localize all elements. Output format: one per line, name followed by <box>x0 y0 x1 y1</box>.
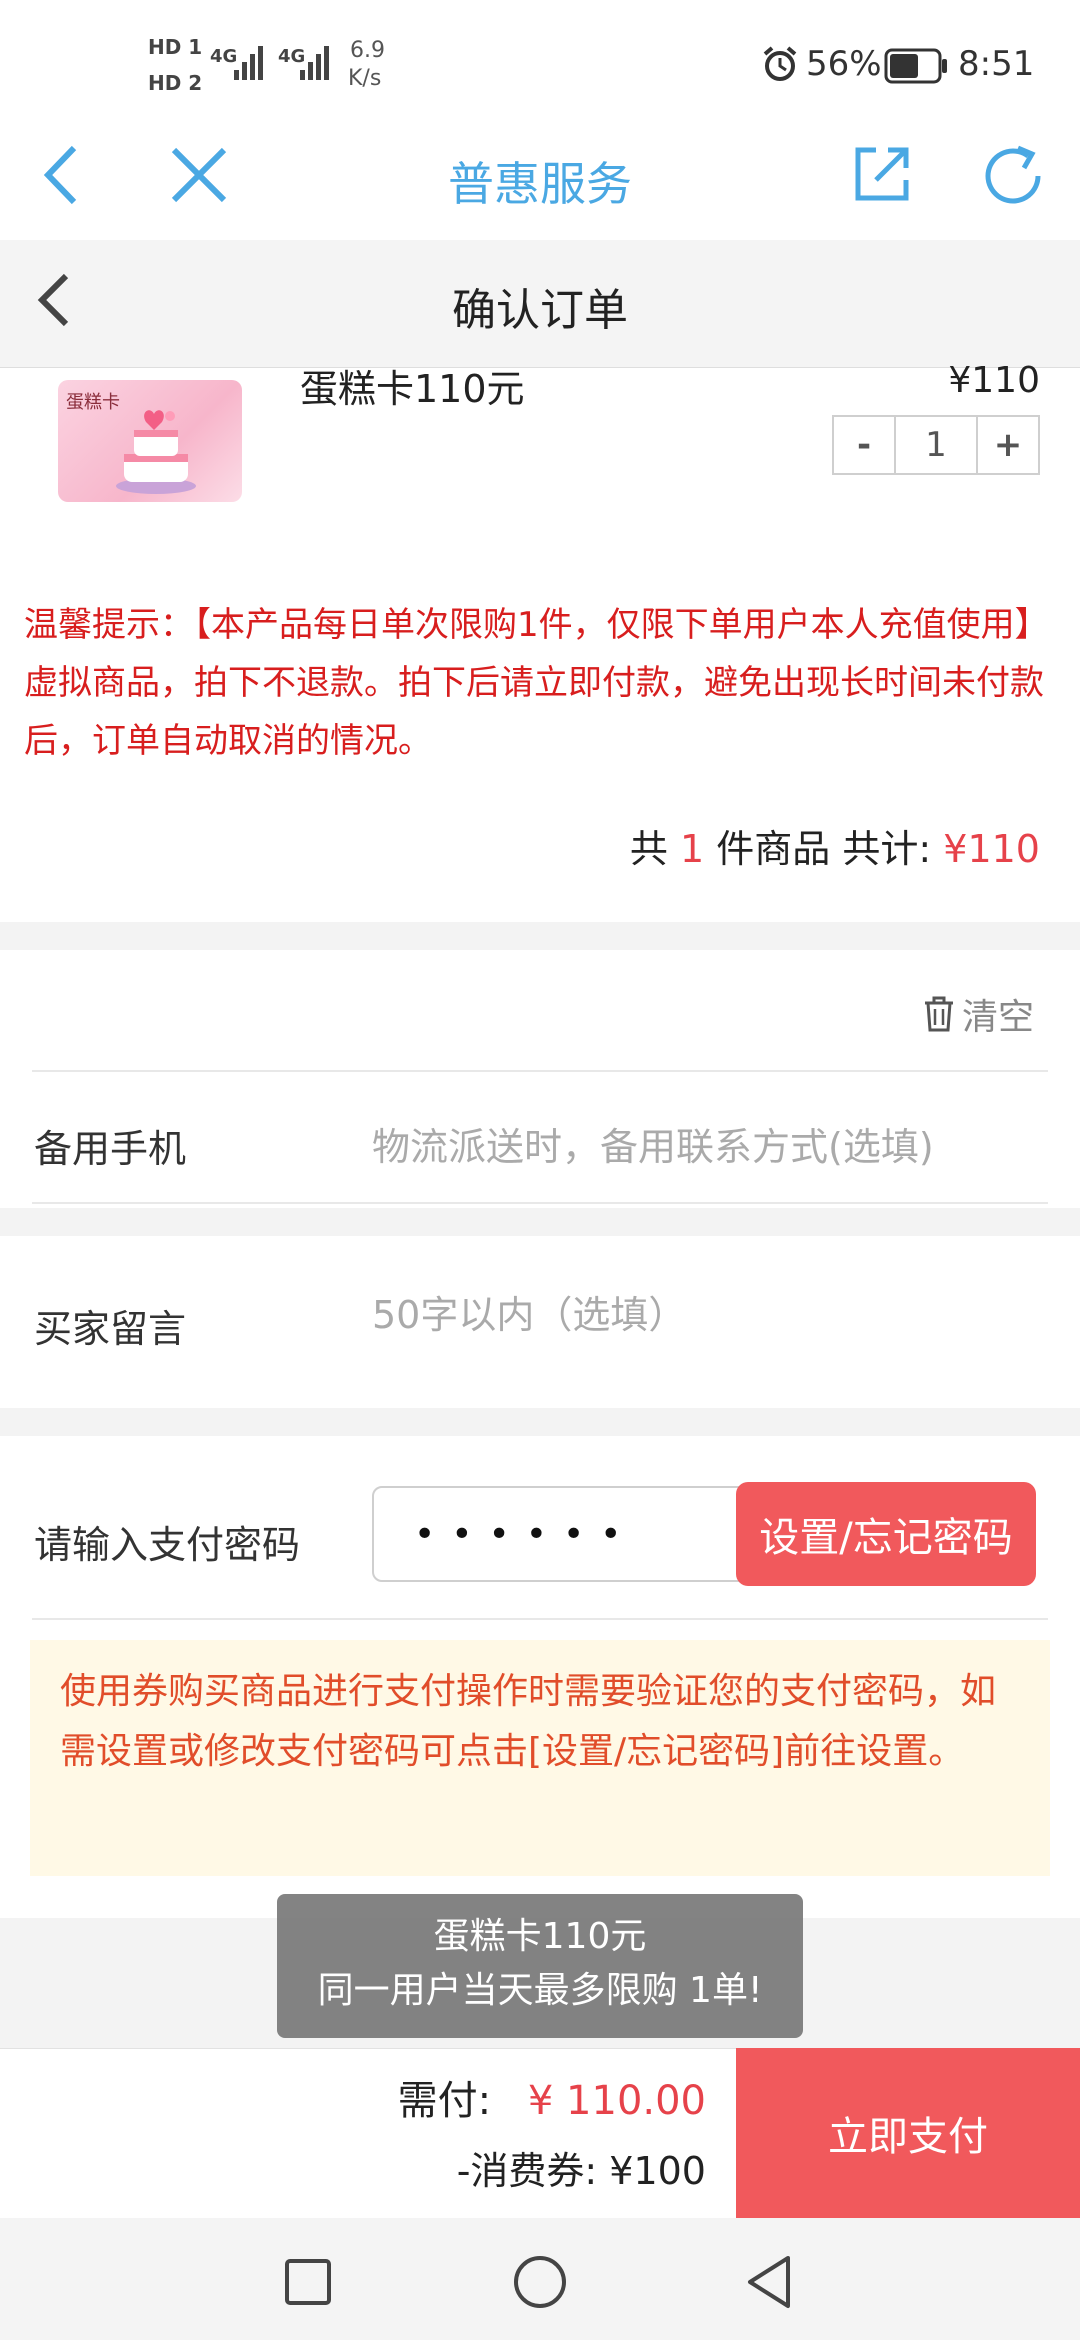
divider <box>32 1202 1048 1204</box>
quantity-plus-button[interactable]: + <box>978 417 1038 473</box>
quantity-value[interactable]: 1 <box>894 417 978 473</box>
toast-line-2: 同一用户当天最多限购 1单! <box>317 1970 763 2011</box>
cake-icon <box>116 410 196 494</box>
password-hint: 使用券购买商品进行支付操作时需要验证您的支付密码，如需设置或修改支付密码可点击[… <box>30 1640 1050 1876</box>
due-value: ¥ 110.00 <box>527 2078 706 2124</box>
refresh-icon[interactable] <box>980 142 1046 208</box>
battery-percent: 56% <box>806 44 882 84</box>
pay-now-button[interactable]: 立即支付 <box>736 2048 1080 2218</box>
divider <box>32 1070 1048 1072</box>
summary-prefix: 共 <box>629 827 668 871</box>
pay-password-label: 请输入支付密码 <box>34 1523 301 1567</box>
limit-toast: 蛋糕卡110元 同一用户当天最多限购 1单! <box>277 1894 803 2038</box>
hd2-badge: HD 2 <box>148 71 203 95</box>
summary-total: ¥110 <box>943 827 1040 871</box>
page-title: 确认订单 <box>452 285 628 336</box>
section-separator <box>0 1208 1080 1236</box>
triangle-back-icon[interactable] <box>744 2254 794 2310</box>
trash-icon <box>924 996 953 1032</box>
signal-bars-2-icon <box>300 46 329 80</box>
browser-title: 普惠服务 <box>448 157 632 211</box>
net-speed-unit: K/s <box>348 66 382 91</box>
circle-icon[interactable] <box>512 2254 568 2310</box>
order-summary: 共 1 件商品 共计: ¥110 <box>630 818 1040 873</box>
clock: 8:51 <box>958 44 1035 84</box>
toast-line-1: 蛋糕卡110元 <box>433 1916 647 1957</box>
buyer-message-label: 买家留言 <box>34 1307 187 1351</box>
amount-due: 需付: ¥ 110.00 <box>398 2068 706 2126</box>
divider <box>32 1618 1048 1620</box>
clear-button[interactable]: 清空 <box>922 988 1034 1040</box>
section-separator <box>0 922 1080 950</box>
net-speed-value: 6.9 <box>350 38 385 63</box>
page-header: 确认订单 <box>0 240 1080 368</box>
signal-bars-icon <box>234 46 263 80</box>
summary-middle: 件商品 共计: <box>716 827 932 871</box>
alarm-icon <box>763 46 797 81</box>
product-price: ¥110 <box>948 360 1040 401</box>
due-label: 需付: <box>397 2078 492 2124</box>
coupon-deduction: -消费券: ¥100 <box>456 2149 706 2193</box>
set-password-button[interactable]: 设置/忘记密码 <box>736 1482 1036 1586</box>
hd1-badge: HD 1 <box>148 35 203 59</box>
quantity-minus-button[interactable]: - <box>834 417 894 473</box>
share-icon[interactable] <box>852 144 912 204</box>
pay-password-input[interactable]: •••••• <box>372 1486 752 1582</box>
battery-icon <box>884 48 947 84</box>
square-icon[interactable] <box>284 2258 332 2306</box>
status-bar: HD 1 HD 2 4G 4G 6.9 K/s 56% 8:51 <box>0 0 1080 130</box>
summary-count: 1 <box>680 827 705 871</box>
section-separator <box>0 1408 1080 1436</box>
purchase-notice: 温馨提示：【本产品每日单次限购1件，仅限下单用户本人充值使用】虚拟商品，拍下不退… <box>24 605 1049 761</box>
backup-phone-label: 备用手机 <box>34 1127 187 1171</box>
system-nav-bar <box>0 2218 1080 2340</box>
product-name: 蛋糕卡110元 <box>300 367 525 411</box>
clear-label: 清空 <box>961 997 1034 1038</box>
product-thumbnail: 蛋糕卡 <box>58 380 242 502</box>
backup-phone-input[interactable]: 物流派送时，备用联系方式(选填) <box>372 1116 934 1171</box>
buyer-message-input[interactable]: 50字以内（选填） <box>372 1284 686 1339</box>
browser-toolbar: 普惠服务 <box>0 120 1080 240</box>
quantity-stepper: - 1 + <box>832 415 1040 475</box>
